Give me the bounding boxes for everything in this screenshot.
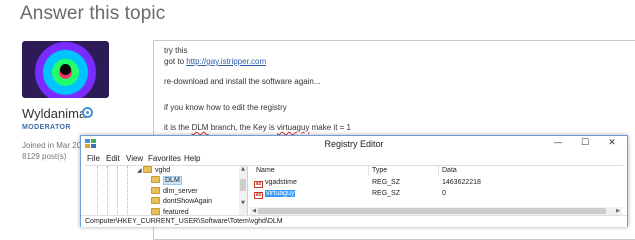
editor-line-3: re-download and install the software aga… <box>164 77 321 86</box>
author-name[interactable]: Wyldanimal <box>22 106 89 121</box>
scrollbar-thumb[interactable] <box>258 208 606 214</box>
string-value-icon: ab <box>254 192 263 199</box>
menu-help[interactable]: Help <box>184 154 200 163</box>
editor-link[interactable]: http://gay.istripper.com <box>186 57 266 66</box>
close-button[interactable]: ✕ <box>599 136 625 151</box>
folder-icon <box>151 176 160 183</box>
scroll-left-icon[interactable]: ◀ <box>250 207 258 215</box>
menu-bar: File Edit View Favorites Help <box>81 153 627 165</box>
column-separator[interactable] <box>368 166 369 176</box>
value-row-vgadstime[interactable]: ab vgadstime REG_SZ 1463622218 <box>250 178 622 188</box>
string-value-icon: ab <box>254 181 263 188</box>
minimize-button[interactable]: — <box>545 136 571 151</box>
window-titlebar[interactable]: Registry Editor — ☐ ✕ <box>81 136 627 153</box>
menu-file[interactable]: File <box>87 154 100 163</box>
author-post-count: 8129 post(s) <box>22 152 67 161</box>
value-data: 0 <box>442 190 446 197</box>
scroll-down-icon[interactable]: ▼ <box>239 200 247 207</box>
scrollbar-thumb[interactable] <box>240 179 246 191</box>
tree-guide-line <box>97 166 98 216</box>
value-name-cell: ab virtuaguy <box>254 190 296 199</box>
editor-line-4: if you know how to edit the registry <box>164 103 287 112</box>
tree-node-label: dontShowAgain <box>163 198 213 205</box>
collapse-arrow-icon[interactable]: ◢ <box>137 168 142 174</box>
value-name: vgadstime <box>265 179 297 186</box>
value-data: 1463622218 <box>442 179 481 186</box>
avatar[interactable] <box>22 41 109 98</box>
editor-line-5: it is the DLM branch, the Key is virtuag… <box>164 123 351 132</box>
tree-guide-line <box>117 166 118 216</box>
value-row-virtuaguy[interactable]: ab virtuaguy REG_SZ 0 <box>250 189 622 199</box>
eye-pupil <box>60 64 71 75</box>
registry-body: ◢ vghd DLM dlm_server dontShowAgain feat… <box>85 165 623 216</box>
menu-favorites[interactable]: Favorites <box>148 154 181 163</box>
column-header-name[interactable]: Name <box>256 167 275 174</box>
tree-guide-line <box>107 166 108 216</box>
scroll-right-icon[interactable]: ▶ <box>614 207 622 215</box>
value-name-cell: ab vgadstime <box>254 179 297 188</box>
registry-path: Computer\HKEY_CURRENT_USER\Software\Tote… <box>85 218 283 225</box>
maximize-button[interactable]: ☐ <box>572 136 598 151</box>
tree-node-label: DLM <box>163 176 182 185</box>
status-bar: Computer\HKEY_CURRENT_USER\Software\Tote… <box>81 215 627 227</box>
values-horizontal-scrollbar[interactable]: ◀ ▶ <box>250 207 622 215</box>
folder-icon <box>143 166 152 173</box>
tree-node-dlm[interactable]: DLM <box>151 176 182 185</box>
editor-text: got to <box>164 57 187 66</box>
topic-page: Answer this topic Wyldanimal MODERATOR J… <box>0 0 635 240</box>
editor-text: make it = 1 <box>309 123 351 132</box>
registry-editor-window[interactable]: Registry Editor — ☐ ✕ File Edit View Fav… <box>80 135 628 227</box>
tree-node-vghd[interactable]: vghd <box>143 166 170 175</box>
editor-text: branch, the Key is <box>208 123 277 132</box>
value-type: REG_SZ <box>372 190 401 197</box>
column-separator[interactable] <box>438 166 439 176</box>
folder-icon <box>151 187 160 194</box>
value-name: virtuaguy <box>265 190 296 197</box>
editor-line-2: got to http://gay.istripper.com <box>164 57 266 66</box>
tree-guide-line <box>127 166 128 216</box>
tree-vertical-scrollbar[interactable]: ▲ ▼ <box>239 166 247 216</box>
column-header-data[interactable]: Data <box>442 167 457 174</box>
values-list-pane[interactable]: Name Type Data ab vgadstime REG_SZ 146362… <box>250 166 622 216</box>
author-role-badge: MODERATOR <box>22 124 71 131</box>
folder-icon <box>151 197 160 204</box>
column-header-type[interactable]: Type <box>372 167 387 174</box>
tree-node-label: vghd <box>155 167 171 174</box>
tree-node-dlm-server[interactable]: dlm_server <box>151 187 198 196</box>
editor-dlm-word: DLM <box>191 123 209 132</box>
tree-node-dontshowagain[interactable]: dontShowAgain <box>151 197 212 206</box>
key-tree-pane[interactable]: ◢ vghd DLM dlm_server dontShowAgain feat… <box>85 166 248 216</box>
editor-line-1: try this <box>164 46 188 55</box>
verified-icon <box>82 107 93 118</box>
folder-icon <box>151 208 160 215</box>
menu-view[interactable]: View <box>126 154 143 163</box>
scroll-up-icon[interactable]: ▲ <box>239 166 247 173</box>
editor-text: it is the <box>164 123 192 132</box>
menu-edit[interactable]: Edit <box>106 154 120 163</box>
author-joined-date: Joined in Mar 20 <box>22 141 82 150</box>
editor-key-word: virtuaguy <box>276 123 310 132</box>
tree-node-label: dlm_server <box>163 188 198 195</box>
page-title: Answer this topic <box>20 3 166 24</box>
value-type: REG_SZ <box>372 179 401 186</box>
